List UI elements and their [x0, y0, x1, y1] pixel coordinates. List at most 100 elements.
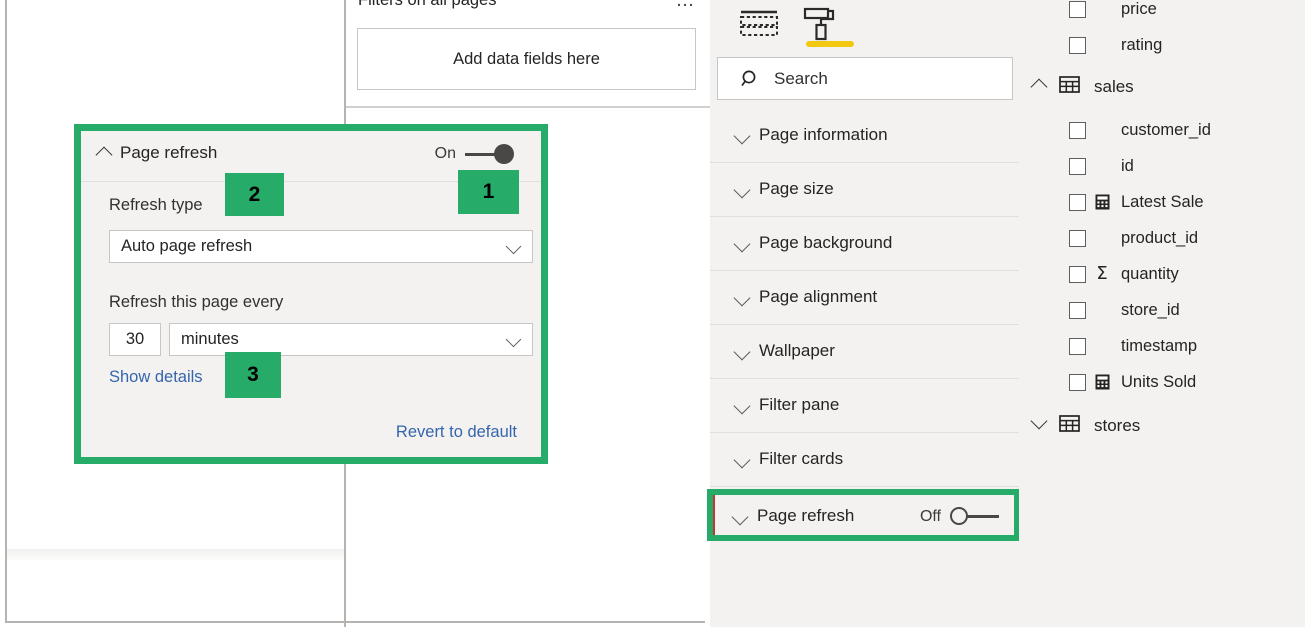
table-item-sales[interactable]: sales — [1019, 68, 1305, 105]
refresh-interval-unit-value: minutes — [181, 330, 239, 348]
field-checkbox[interactable] — [1069, 121, 1086, 139]
format-section-label: Page alignment — [759, 287, 878, 306]
chevron-up-icon[interactable] — [1030, 78, 1048, 96]
chevron-down-icon — [733, 343, 751, 361]
chevron-down-icon[interactable] — [1030, 412, 1048, 435]
field-item-quantity[interactable]: Σ quantity — [1019, 256, 1305, 292]
filter-pane-divider — [346, 106, 710, 108]
format-section-filter-pane[interactable]: Filter pane — [710, 379, 1020, 433]
field-label: product_id — [1121, 228, 1199, 247]
field-item-latest-sale[interactable]: Latest Sale — [1019, 184, 1305, 220]
format-section-page-background[interactable]: Page background — [710, 217, 1020, 271]
field-item-customer-id[interactable]: customer_id — [1019, 112, 1305, 148]
ellipsis-icon[interactable]: … — [676, 0, 697, 12]
field-item-units-sold[interactable]: Units Sold — [1019, 364, 1305, 400]
page-refresh-card-title: Page refresh — [120, 143, 218, 162]
chevron-down-icon[interactable] — [505, 331, 522, 348]
data-fields-pane: price rating sales customer_id id Latest… — [1019, 0, 1305, 627]
page-refresh-toggle-switch-on[interactable] — [465, 144, 514, 164]
chevron-down-icon[interactable] — [505, 238, 522, 255]
refresh-type-select[interactable]: Auto page refresh — [109, 230, 533, 263]
table-label: stores — [1094, 415, 1141, 435]
format-section-label: Filter pane — [759, 395, 840, 414]
measure-icon — [1093, 194, 1111, 210]
chevron-up-icon[interactable] — [95, 146, 113, 164]
toggle-knob — [494, 144, 514, 164]
callout-badge-3: 3 — [225, 352, 281, 398]
field-checkbox[interactable] — [1069, 265, 1086, 283]
page-refresh-toggle-label: On — [434, 145, 456, 162]
format-pane-tabs — [710, 0, 1020, 50]
format-tab[interactable] — [796, 4, 860, 50]
field-item-price[interactable]: price — [1019, 0, 1305, 27]
format-section-page-alignment[interactable]: Page alignment — [710, 271, 1020, 325]
chevron-down-icon — [731, 508, 749, 526]
field-checkbox[interactable] — [1069, 373, 1086, 391]
format-section-label: Page information — [759, 125, 888, 144]
measure-icon — [1093, 374, 1111, 390]
field-item-rating[interactable]: rating — [1019, 27, 1305, 63]
format-section-page-size[interactable]: Page size — [710, 163, 1020, 217]
format-section-label: Filter cards — [759, 449, 844, 468]
field-label: price — [1121, 0, 1157, 18]
refresh-interval-label: Refresh this page every — [109, 293, 284, 311]
canvas-bottom-divider — [5, 621, 705, 623]
page-refresh-row-toggle-switch-off[interactable] — [950, 507, 999, 526]
filter-dropzone[interactable]: Add data fields here — [357, 28, 696, 90]
table-icon — [1059, 75, 1080, 98]
active-tab-underline — [806, 41, 854, 47]
field-label: timestamp — [1121, 336, 1198, 355]
search-input[interactable]: Search — [717, 57, 1013, 100]
refresh-type-selected-value: Auto page refresh — [121, 237, 253, 255]
canvas-bottom-area — [5, 560, 345, 621]
show-details-link[interactable]: Show details — [109, 368, 203, 387]
page-refresh-row-toggle-group[interactable]: Off — [920, 507, 999, 526]
format-section-label: Page size — [759, 179, 834, 198]
callout-badge-2: 2 — [225, 173, 284, 216]
chevron-down-icon — [733, 235, 751, 253]
page-refresh-toggle-group[interactable]: On — [435, 144, 514, 164]
field-checkbox[interactable] — [1069, 337, 1086, 355]
callout-badge-1: 1 — [458, 170, 519, 214]
table-item-stores[interactable]: stores — [1019, 407, 1305, 444]
format-section-filter-cards[interactable]: Filter cards — [710, 433, 1020, 487]
field-checkbox[interactable] — [1069, 157, 1086, 175]
chevron-down-icon — [733, 451, 751, 469]
chevron-down-icon — [733, 397, 751, 415]
format-section-label: Wallpaper — [759, 341, 835, 360]
revert-to-default-link[interactable]: Revert to default — [396, 423, 517, 442]
dashed-table-icon — [740, 10, 778, 36]
field-checkbox[interactable] — [1069, 0, 1086, 18]
format-section-page-information[interactable]: Page information — [710, 109, 1020, 163]
field-label: Units Sold — [1121, 372, 1197, 391]
paint-roller-icon — [803, 7, 835, 41]
field-label: customer_id — [1121, 120, 1211, 139]
field-checkbox[interactable] — [1069, 229, 1086, 247]
field-checkbox[interactable] — [1069, 301, 1086, 319]
field-item-timestamp[interactable]: timestamp — [1019, 328, 1305, 364]
format-section-page-refresh[interactable]: Page refresh Off — [707, 489, 1020, 541]
toggle-track — [967, 515, 999, 518]
field-item-id[interactable]: id — [1019, 148, 1305, 184]
format-section-label: Page refresh — [757, 506, 855, 525]
table-label: sales — [1094, 76, 1134, 96]
field-item-store-id[interactable]: store_id — [1019, 292, 1305, 328]
refresh-type-label: Refresh type — [109, 196, 203, 214]
field-checkbox[interactable] — [1069, 193, 1086, 211]
build-visual-tab[interactable] — [734, 4, 798, 50]
chevron-down-icon — [733, 181, 751, 199]
format-section-wallpaper[interactable]: Wallpaper — [710, 325, 1020, 379]
field-item-product-id[interactable]: product_id — [1019, 220, 1305, 256]
search-placeholder: Search — [774, 68, 828, 88]
chevron-down-icon — [733, 127, 751, 145]
chevron-down-icon — [733, 289, 751, 307]
field-label: Latest Sale — [1121, 192, 1204, 211]
field-checkbox[interactable] — [1069, 36, 1086, 54]
canvas-page-shadow — [7, 549, 344, 560]
filters-on-all-pages-heading: Filters on all pages — [358, 0, 497, 9]
refresh-interval-input[interactable]: 30 — [109, 323, 161, 356]
refresh-interval-unit-select[interactable]: minutes — [169, 323, 533, 356]
toggle-knob — [950, 507, 968, 525]
page-refresh-row-toggle-label: Off — [919, 507, 941, 525]
filters-pane: Filters on all pages … Add data fields h… — [346, 0, 710, 110]
